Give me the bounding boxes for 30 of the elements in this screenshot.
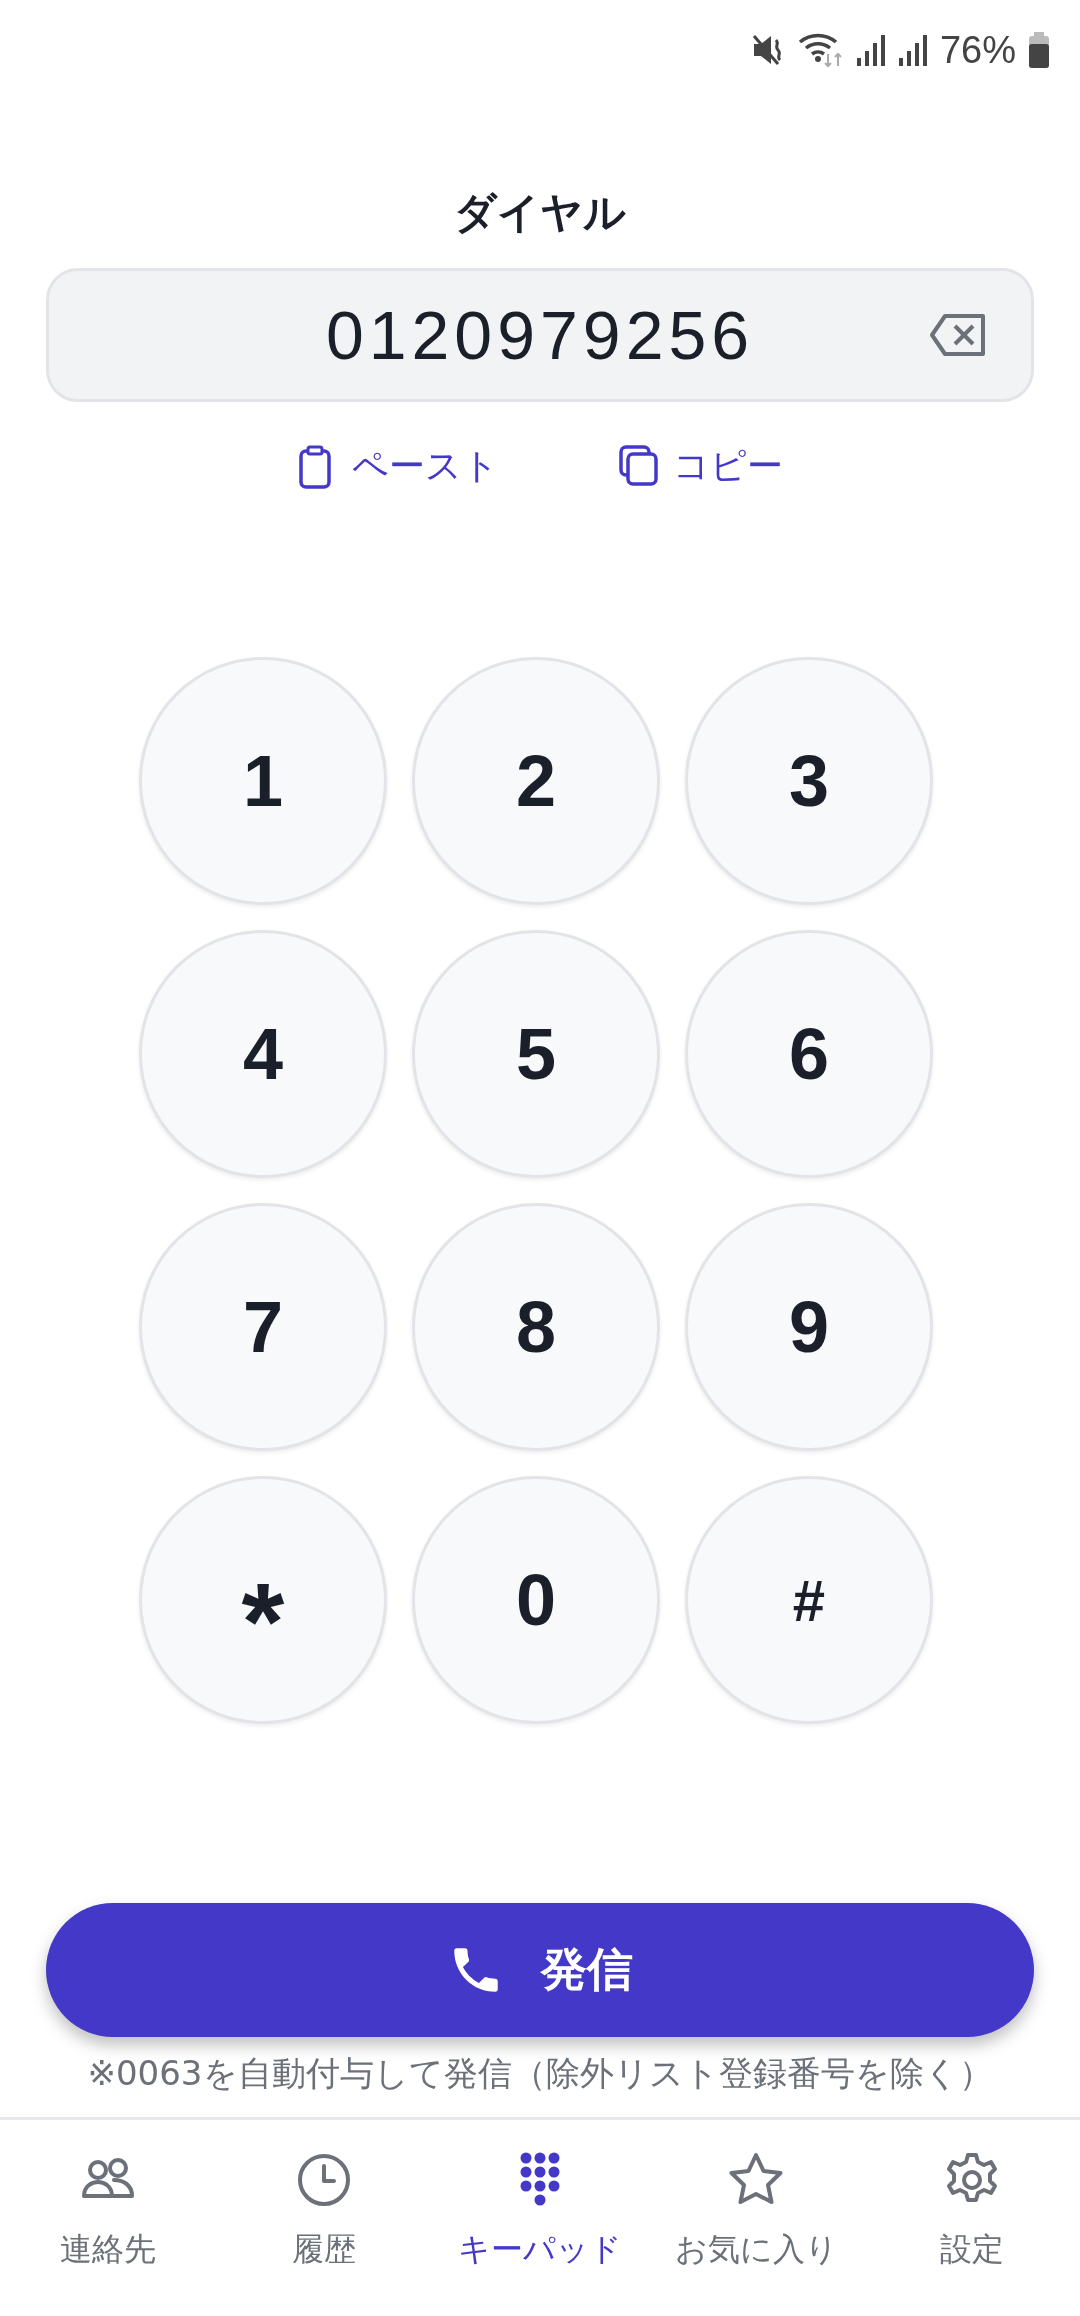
battery-icon bbox=[1028, 32, 1050, 68]
signal-icon bbox=[855, 34, 886, 66]
note-text: ※0063を自動付与して発信（除外リスト登録番号を除く） bbox=[86, 2052, 994, 2095]
keypad-key[interactable]: 3 bbox=[685, 657, 933, 905]
nav-tab[interactable]: 設定 bbox=[864, 2150, 1080, 2306]
nav-tab[interactable]: お気に入り bbox=[648, 2150, 864, 2306]
number-field[interactable]: 0120979256 bbox=[46, 268, 1034, 402]
keypad-key[interactable]: * bbox=[139, 1476, 387, 1724]
battery-percentage: 76% bbox=[939, 28, 1016, 72]
keypad-key[interactable]: 2 bbox=[412, 657, 660, 905]
keypad-key[interactable]: 4 bbox=[139, 930, 387, 1178]
copy-icon bbox=[618, 444, 659, 489]
nav-tab[interactable]: 履歴 bbox=[216, 2150, 432, 2306]
call-button[interactable]: 発信 bbox=[46, 1903, 1034, 2037]
keypad-key[interactable]: 7 bbox=[139, 1203, 387, 1451]
nav-tab[interactable]: キーパッド bbox=[432, 2150, 648, 2306]
keypad-key[interactable]: 1 bbox=[139, 657, 387, 905]
backspace-icon[interactable] bbox=[929, 313, 987, 357]
keypad-key[interactable]: 6 bbox=[685, 930, 933, 1178]
keypad-key[interactable]: 5 bbox=[412, 930, 660, 1178]
nav-tab[interactable]: 連絡先 bbox=[0, 2150, 216, 2306]
keypad-key[interactable]: 0 bbox=[412, 1476, 660, 1724]
copy-button[interactable]: コピー bbox=[618, 442, 783, 491]
keypad-key[interactable]: 9 bbox=[685, 1203, 933, 1451]
screen-title: ダイヤル bbox=[454, 187, 626, 239]
keypad-key[interactable]: 8 bbox=[412, 1203, 660, 1451]
wifi-icon bbox=[797, 32, 844, 68]
paste-button[interactable]: ペースト bbox=[297, 442, 499, 491]
signal-icon bbox=[897, 34, 928, 66]
keypad-key[interactable]: # bbox=[685, 1476, 933, 1724]
